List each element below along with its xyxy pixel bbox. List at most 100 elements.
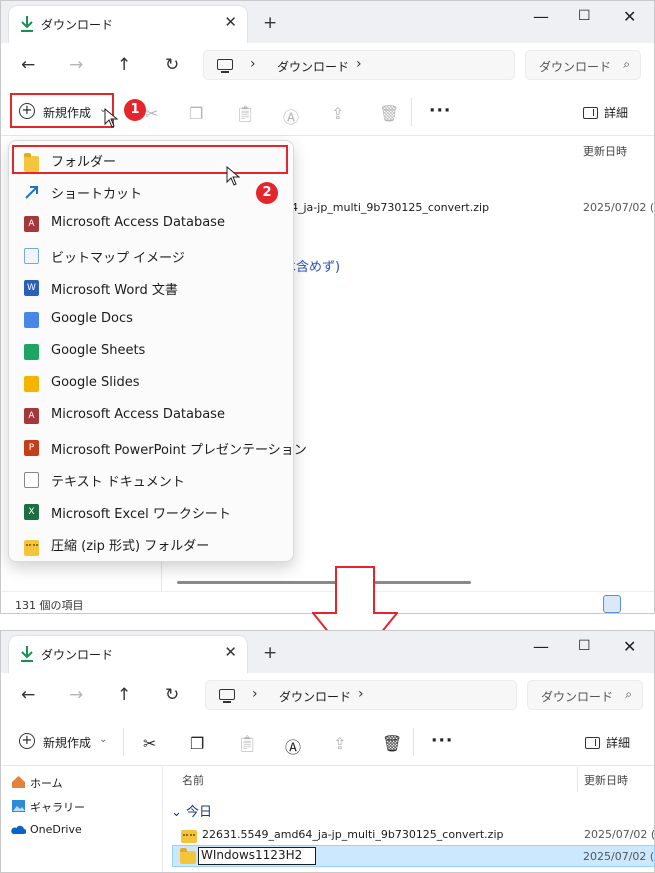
details-view-icon[interactable] — [603, 595, 621, 613]
rename-icon[interactable]: Ⓐ — [283, 104, 299, 128]
zip-folder-icon — [181, 830, 197, 843]
more-options-icon[interactable]: ··· — [431, 731, 453, 751]
close-window-button[interactable]: ✕ — [623, 637, 636, 656]
copy-icon[interactable]: ❐ — [190, 734, 204, 753]
up-button[interactable]: ↑ — [117, 55, 131, 75]
search-icon: ⌕ — [623, 57, 630, 71]
menu-item-zip-folder[interactable]: 圧縮 (zip 形式) フォルダー — [9, 528, 293, 560]
folder-icon — [180, 848, 196, 864]
command-bar: + 新規作成 ⌄ ✂ ❐ 📋︎ Ⓐ ⇪ 🗑︎ ··· 詳細 — [1, 718, 654, 766]
column-divider — [577, 767, 578, 791]
maximize-button[interactable]: ☐ — [578, 638, 591, 654]
new-item-menu: フォルダー ショートカット A Microsoft Access Database… — [8, 140, 307, 562]
shortcut-icon — [25, 186, 38, 199]
tab-downloads[interactable]: ダウンロード ✕ — [9, 6, 247, 43]
rename-input[interactable]: WIndows1123H2 — [198, 847, 316, 865]
item-count: 131 個の項目 — [15, 599, 84, 612]
paste-icon[interactable]: 📋︎ — [237, 734, 257, 753]
refresh-button[interactable]: ↻ — [165, 55, 179, 75]
tab-downloads[interactable]: ダウンロード ✕ — [9, 636, 247, 673]
new-tab-button[interactable]: + — [263, 643, 277, 663]
delete-icon[interactable]: 🗑︎ — [382, 734, 402, 753]
search-input[interactable]: ダウンロード ⌕ — [527, 680, 643, 710]
breadcrumb-chevron-icon[interactable]: › — [358, 686, 364, 702]
delete-icon[interactable]: 🗑︎ — [379, 104, 399, 123]
close-tab-icon[interactable]: ✕ — [224, 643, 237, 661]
maximize-button[interactable]: ☐ — [578, 8, 591, 24]
menu-item-shortcut[interactable]: ショートカット — [9, 176, 293, 208]
menu-item-powerpoint[interactable]: P Microsoft PowerPoint プレゼンテーション — [9, 432, 307, 464]
breadcrumb-chevron-icon[interactable]: › — [250, 56, 256, 72]
forward-button[interactable]: → — [69, 55, 83, 75]
highlight-new-button — [10, 93, 114, 128]
breadcrumb-downloads[interactable]: ダウンロード — [277, 58, 349, 75]
copy-icon[interactable]: ❐ — [189, 104, 203, 123]
powerpoint-icon: P — [24, 440, 39, 456]
rename-icon[interactable]: Ⓐ — [285, 734, 301, 758]
text-document-icon — [24, 472, 39, 488]
file-date: 2025/07/02 ( — [583, 850, 655, 863]
breadcrumb-downloads[interactable]: ダウンロード — [279, 688, 351, 705]
word-icon: W — [24, 280, 39, 296]
group-header-today[interactable]: ⌄ 今日 — [171, 801, 212, 820]
zip-folder-icon — [24, 540, 39, 556]
sidebar-item-gallery[interactable]: ギャラリー — [12, 799, 85, 815]
google-docs-icon — [24, 312, 39, 328]
up-button[interactable]: ↑ — [117, 685, 131, 705]
home-icon — [12, 776, 25, 788]
cut-icon[interactable]: ✂ — [145, 104, 158, 123]
navigation-bar: ← → ↑ ↻ › ダウンロード › ダウンロード ⌕ — [1, 43, 654, 88]
new-button[interactable]: + 新規作成 ⌄ — [9, 725, 112, 759]
access-icon: A — [24, 216, 39, 232]
close-tab-icon[interactable]: ✕ — [224, 13, 237, 31]
menu-item-text-document[interactable]: テキスト ドキュメント — [9, 464, 293, 496]
this-pc-icon — [217, 59, 233, 70]
column-header-name[interactable]: 名前 — [182, 772, 204, 788]
share-icon[interactable]: ⇪ — [333, 734, 346, 753]
onedrive-icon — [11, 825, 26, 834]
plus-icon: + — [19, 733, 35, 749]
details-pane-button[interactable]: 詳細 — [585, 734, 630, 751]
sidebar-divider — [161, 561, 162, 591]
minimize-button[interactable]: — — [533, 7, 549, 26]
toolbar-divider — [413, 728, 414, 756]
more-options-icon[interactable]: ··· — [429, 101, 451, 121]
close-window-button[interactable]: ✕ — [623, 7, 636, 26]
menu-item-word[interactable]: W Microsoft Word 文書 — [9, 272, 293, 304]
step-marker-2: 2 — [256, 182, 278, 204]
chevron-down-icon: ⌄ — [171, 805, 187, 820]
file-name[interactable]: 22631.5549_amd64_ja-jp_multi_9b730125_co… — [202, 828, 503, 841]
large-icons-view-icon[interactable] — [627, 595, 645, 613]
toolbar-divider — [411, 98, 412, 126]
menu-item-access-2[interactable]: A Microsoft Access Database — [9, 400, 293, 432]
gallery-icon — [12, 800, 25, 812]
sidebar-item-onedrive[interactable]: OneDrive — [11, 823, 82, 836]
menu-item-bitmap[interactable]: ビットマップ イメージ — [9, 240, 293, 272]
details-pane-button[interactable]: 詳細 — [583, 104, 628, 121]
breadcrumb-chevron-icon[interactable]: › — [356, 56, 362, 72]
menu-item-google-docs[interactable]: Google Docs — [9, 304, 293, 336]
cut-icon[interactable]: ✂ — [143, 734, 156, 753]
menu-item-access[interactable]: A Microsoft Access Database — [9, 208, 293, 240]
minimize-button[interactable]: — — [533, 637, 549, 656]
share-icon[interactable]: ⇪ — [331, 104, 344, 123]
column-header-date[interactable]: 更新日時 — [584, 772, 628, 788]
back-button[interactable]: ← — [21, 685, 35, 705]
address-bar[interactable]: › ダウンロード › — [203, 50, 515, 80]
file-name[interactable]: 4_ja-jp_multi_9b730125_convert.zip — [291, 201, 489, 214]
menu-item-google-slides[interactable]: Google Slides — [9, 368, 293, 400]
back-button[interactable]: ← — [21, 55, 35, 75]
search-input[interactable]: ダウンロード ⌕ — [525, 50, 641, 80]
refresh-button[interactable]: ↻ — [165, 685, 179, 705]
google-slides-icon — [24, 376, 39, 392]
paste-icon[interactable]: 📋︎ — [235, 104, 255, 123]
breadcrumb-chevron-icon[interactable]: › — [252, 686, 258, 702]
address-bar[interactable]: › ダウンロード › — [205, 680, 517, 710]
menu-item-google-sheets[interactable]: Google Sheets — [9, 336, 293, 368]
sidebar-item-home[interactable]: ホーム — [12, 775, 63, 791]
menu-item-excel[interactable]: X Microsoft Excel ワークシート — [9, 496, 293, 528]
forward-button[interactable]: → — [69, 685, 83, 705]
step-marker-1: 1 — [124, 99, 146, 121]
column-header-date[interactable]: 更新日時 — [583, 143, 627, 159]
new-tab-button[interactable]: + — [263, 13, 277, 33]
